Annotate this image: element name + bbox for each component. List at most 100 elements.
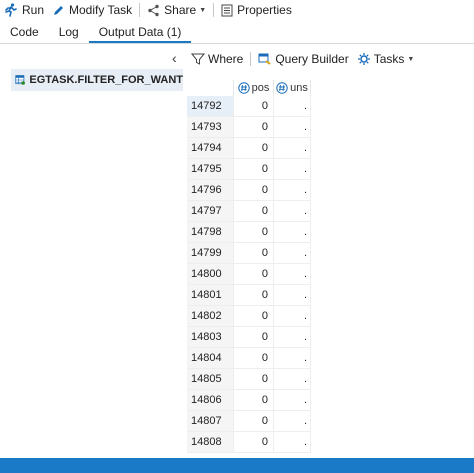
row-number-cell[interactable]: 14803: [187, 327, 234, 347]
tasks-gear-icon: [357, 53, 370, 65]
cell-uns[interactable]: .: [274, 285, 311, 305]
cell-uns[interactable]: .: [274, 117, 311, 137]
row-number-cell[interactable]: 14801: [187, 285, 234, 305]
cell-pos[interactable]: 0: [234, 138, 274, 158]
query-builder-button[interactable]: Query Builder: [254, 48, 352, 70]
row-number-cell[interactable]: 14793: [187, 117, 234, 137]
row-number-cell[interactable]: 14808: [187, 432, 234, 452]
row-number-header: [187, 80, 234, 96]
cell-pos[interactable]: 0: [234, 159, 274, 179]
row-number-cell[interactable]: 14807: [187, 411, 234, 431]
cell-uns[interactable]: .: [274, 159, 311, 179]
row-number-cell[interactable]: 14797: [187, 201, 234, 221]
row-number-cell[interactable]: 14796: [187, 180, 234, 200]
table-row[interactable]: 14801 0.: [187, 285, 311, 306]
cell-uns[interactable]: .: [274, 306, 311, 326]
cell-pos[interactable]: 0: [234, 180, 274, 200]
row-number-cell[interactable]: 14799: [187, 243, 234, 263]
row-number-cell[interactable]: 14795: [187, 159, 234, 179]
table-row[interactable]: 14800 0.: [187, 264, 311, 285]
row-number-cell[interactable]: 14805: [187, 369, 234, 389]
properties-icon: [221, 4, 233, 16]
cell-pos[interactable]: 0: [234, 327, 274, 347]
toolbar-separator: [250, 52, 252, 66]
running-person-icon: [5, 3, 17, 17]
table-row[interactable]: 14799 0.: [187, 243, 311, 264]
numeric-column-icon: [237, 82, 250, 94]
table-row[interactable]: 14797 0.: [187, 201, 311, 222]
cell-uns[interactable]: .: [274, 432, 311, 452]
run-button[interactable]: Run: [0, 0, 48, 20]
table-row[interactable]: 14805 0.: [187, 369, 311, 390]
cell-pos[interactable]: 0: [234, 285, 274, 305]
tab-log[interactable]: Log: [49, 21, 89, 43]
row-number-cell[interactable]: 14806: [187, 390, 234, 410]
share-button[interactable]: Share ▼: [143, 0, 210, 20]
column-header-uns[interactable]: uns: [274, 80, 311, 96]
toolbar-separator: [213, 3, 215, 17]
column-label-pos: pos: [251, 82, 270, 94]
cell-uns[interactable]: .: [274, 201, 311, 221]
table-row[interactable]: 14794 0.: [187, 138, 311, 159]
cell-pos[interactable]: 0: [234, 117, 274, 137]
cell-pos[interactable]: 0: [234, 390, 274, 410]
row-number-cell[interactable]: 14800: [187, 264, 234, 284]
table-row[interactable]: 14795 0.: [187, 159, 311, 180]
cell-pos[interactable]: 0: [234, 348, 274, 368]
table-row[interactable]: 14798 0.: [187, 222, 311, 243]
dataset-item[interactable]: EGTASK.FILTER_FOR_WANT: [11, 69, 183, 91]
row-number-cell[interactable]: 14804: [187, 348, 234, 368]
modify-task-label: Modify Task: [69, 3, 133, 17]
cell-pos[interactable]: 0: [234, 96, 274, 116]
cell-pos[interactable]: 0: [234, 306, 274, 326]
pencil-icon: [54, 5, 64, 15]
table-row[interactable]: 14803 0.: [187, 327, 311, 348]
cell-uns[interactable]: .: [274, 411, 311, 431]
properties-button[interactable]: Properties: [217, 0, 296, 20]
chevron-down-icon: ▼: [199, 6, 207, 14]
table-row[interactable]: 14793 0.: [187, 117, 311, 138]
dataset-table-icon: [15, 75, 25, 85]
column-label-uns: uns: [290, 82, 308, 94]
cell-uns[interactable]: .: [274, 222, 311, 242]
row-number-cell[interactable]: 14802: [187, 306, 234, 326]
cell-uns[interactable]: .: [274, 264, 311, 284]
cell-uns[interactable]: .: [274, 348, 311, 368]
cell-pos[interactable]: 0: [234, 432, 274, 452]
table-row[interactable]: 14802 0.: [187, 306, 311, 327]
cell-uns[interactable]: .: [274, 243, 311, 263]
cell-uns[interactable]: .: [274, 96, 311, 116]
cell-pos[interactable]: 0: [234, 411, 274, 431]
query-builder-icon: [258, 53, 271, 65]
data-grid: pos uns 14792 0. 14793 0. 14794 0. 14795 0. 1479…: [187, 80, 311, 453]
data-toolbar: Where Query Builder Tasks ▼: [187, 48, 474, 70]
share-label: Share: [164, 3, 197, 17]
chevron-left-icon[interactable]: ‹: [172, 50, 177, 66]
table-row[interactable]: 14804 0.: [187, 348, 311, 369]
cell-uns[interactable]: .: [274, 138, 311, 158]
row-number-cell[interactable]: 14798: [187, 222, 234, 242]
table-row[interactable]: 14792 0.: [187, 96, 311, 117]
tab-output-data[interactable]: Output Data (1): [88, 21, 192, 43]
cell-uns[interactable]: .: [274, 180, 311, 200]
cell-pos[interactable]: 0: [234, 201, 274, 221]
where-button[interactable]: Where: [187, 48, 247, 70]
row-number-cell[interactable]: 14792: [187, 96, 234, 116]
table-row[interactable]: 14807 0.: [187, 411, 311, 432]
cell-pos[interactable]: 0: [234, 243, 274, 263]
row-number-cell[interactable]: 14794: [187, 138, 234, 158]
table-row[interactable]: 14796 0.: [187, 180, 311, 201]
cell-uns[interactable]: .: [274, 390, 311, 410]
cell-pos[interactable]: 0: [234, 264, 274, 284]
table-row[interactable]: 14808 0.: [187, 432, 311, 453]
modify-task-button[interactable]: Modify Task: [48, 0, 136, 20]
grid-body: 14792 0. 14793 0. 14794 0. 14795 0. 14796 0. 14797…: [187, 96, 311, 453]
cell-pos[interactable]: 0: [234, 369, 274, 389]
cell-uns[interactable]: .: [274, 369, 311, 389]
table-row[interactable]: 14806 0.: [187, 390, 311, 411]
cell-pos[interactable]: 0: [234, 222, 274, 242]
cell-uns[interactable]: .: [274, 327, 311, 347]
column-header-pos[interactable]: pos: [234, 80, 274, 96]
tab-code[interactable]: Code: [0, 21, 49, 43]
tasks-button[interactable]: Tasks ▼: [353, 48, 419, 70]
